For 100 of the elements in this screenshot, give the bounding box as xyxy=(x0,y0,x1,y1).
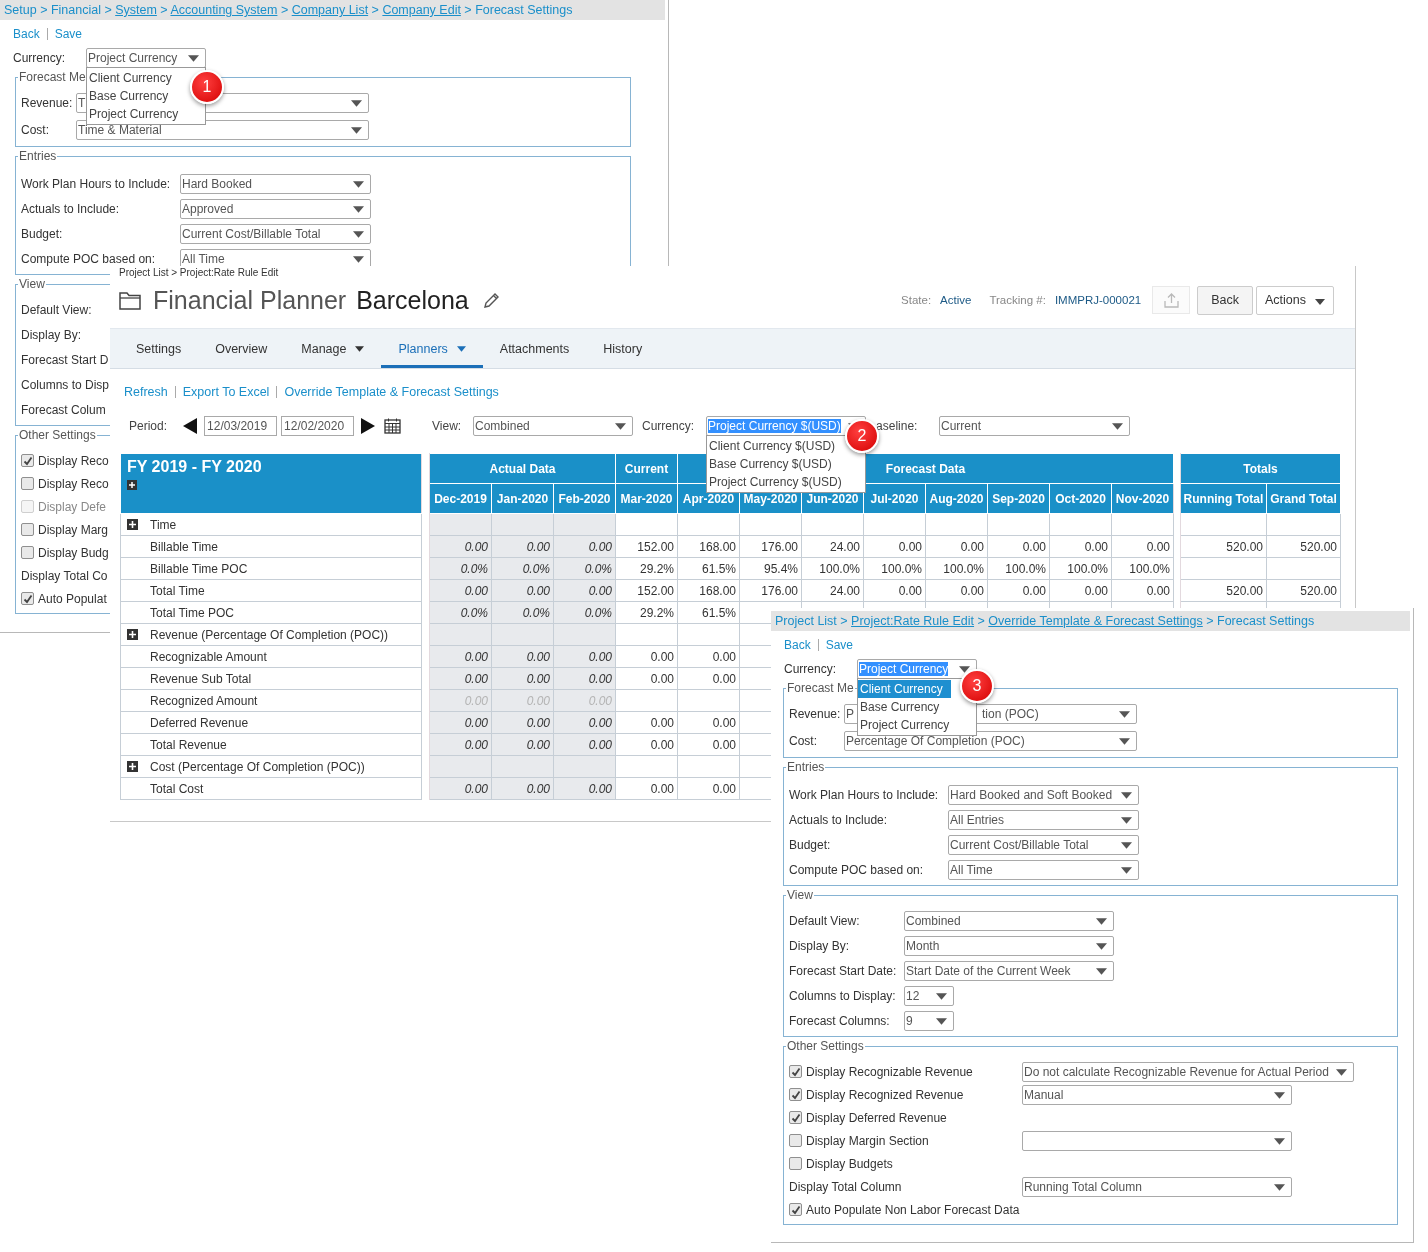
dropdown[interactable]: 12 xyxy=(904,985,954,1006)
checkbox-label: Display Budgets xyxy=(806,1156,893,1171)
table-cell: 0.00 xyxy=(677,711,740,734)
dropdown[interactable]: Project Currency xyxy=(86,48,206,68)
checkbox-label: Display Budg xyxy=(38,545,109,560)
dropdown[interactable]: Current Cost/Billable Total xyxy=(948,834,1139,855)
dropdown[interactable]: Current Cost/Billable Total xyxy=(180,223,371,244)
column-header: Dec-2019 xyxy=(429,483,492,514)
checkbox[interactable] xyxy=(21,477,34,490)
dropdown-option[interactable]: Client Currency xyxy=(858,680,951,698)
date-field[interactable]: 12/03/2019 xyxy=(204,416,278,436)
back-button[interactable]: Back xyxy=(1197,285,1253,315)
dropdown[interactable]: All Entries xyxy=(948,809,1139,830)
expand-icon[interactable] xyxy=(127,518,138,530)
dropdown[interactable]: Combined xyxy=(473,416,634,436)
table-cell: 168.00 xyxy=(677,535,740,558)
dropdown-option[interactable]: Base Currency $(USD) xyxy=(707,455,840,473)
dropdown[interactable]: Running Total Column xyxy=(1022,1176,1292,1197)
dropdown[interactable]: Manual xyxy=(1022,1084,1292,1105)
row-label: Recognized Amount xyxy=(120,689,422,712)
tab[interactable]: Overview xyxy=(198,329,285,368)
dropdown[interactable]: All Time xyxy=(948,859,1139,880)
tab[interactable]: Attachments xyxy=(482,329,587,368)
action-link[interactable]: Save xyxy=(825,638,854,652)
checkbox[interactable] xyxy=(21,592,34,605)
dropdown[interactable]: Month xyxy=(904,935,1114,956)
field-label: Display By: xyxy=(21,327,82,342)
dropdown[interactable]: Hard Booked xyxy=(180,173,371,194)
toolbar-link[interactable]: Export To Excel xyxy=(182,385,270,399)
checkbox-label: Display Marg xyxy=(38,522,109,537)
dropdown-option[interactable]: Client Currency xyxy=(87,69,180,87)
table-cell: 24.00 xyxy=(801,579,864,602)
table-cell: 0.00 xyxy=(1111,579,1174,602)
table-cell: 0.00 xyxy=(863,579,926,602)
action-link[interactable]: Back xyxy=(784,638,811,652)
checkbox[interactable] xyxy=(789,1088,802,1101)
action-link[interactable]: Save xyxy=(54,27,83,41)
dropdown[interactable]: All Time xyxy=(180,248,371,269)
field-label: Forecast Start D xyxy=(21,352,109,367)
checkbox[interactable] xyxy=(789,1111,802,1124)
column-header: Oct-2020 xyxy=(1049,483,1112,514)
dropdown-option[interactable]: Client Currency $(USD) xyxy=(707,437,844,455)
actions-menu-button[interactable]: Actions xyxy=(1256,285,1334,315)
dropdown[interactable]: Start Date of the Current Week xyxy=(904,960,1114,981)
tab[interactable]: Manage xyxy=(284,329,382,368)
table-title: FY 2019 - FY 2020 xyxy=(120,453,422,514)
expand-icon[interactable] xyxy=(127,480,137,490)
field-label: View: xyxy=(432,419,463,433)
caret-icon xyxy=(1119,710,1130,718)
column-header: Jan-2020 xyxy=(491,483,554,514)
pencil-icon[interactable] xyxy=(482,291,500,309)
dropdown[interactable]: Hard Booked and Soft Booked xyxy=(948,784,1139,805)
tab[interactable]: Settings xyxy=(119,329,199,368)
tab[interactable]: Planners xyxy=(381,329,483,368)
table-cell: 0.00 xyxy=(863,535,926,558)
column-header: Grand Total xyxy=(1266,483,1341,514)
checkbox[interactable] xyxy=(789,1203,802,1216)
dropdown[interactable]: Current xyxy=(939,416,1131,436)
caret-icon xyxy=(353,255,364,263)
table-cell: 152.00 xyxy=(615,579,678,602)
checkbox-label: Display Reco xyxy=(38,453,109,468)
breadcrumb: Setup > Financial > System > Accounting System > Company List > Company Edit > Forecast Settings xyxy=(0,0,665,20)
table-cell: 0.00 xyxy=(677,777,740,800)
checkbox[interactable] xyxy=(21,546,34,559)
checkbox-label: Display Deferred Revenue xyxy=(806,1110,947,1125)
column-group-header: Current xyxy=(615,453,678,484)
checkbox[interactable] xyxy=(789,1134,802,1147)
dropdown[interactable]: Approved xyxy=(180,198,371,219)
column-header: Nov-2020 xyxy=(1111,483,1174,514)
table-cell: 520.00 xyxy=(1266,579,1341,602)
toolbar-link[interactable]: Override Template & Forecast Settings xyxy=(284,385,499,399)
expand-icon[interactable] xyxy=(127,760,138,772)
next-icon[interactable] xyxy=(361,418,376,434)
checkbox[interactable] xyxy=(789,1065,802,1078)
caret-icon xyxy=(1274,1137,1285,1145)
checkbox[interactable] xyxy=(21,454,34,467)
calendar-icon[interactable] xyxy=(384,418,402,434)
date-field[interactable]: 12/02/2020 xyxy=(281,416,355,436)
tab[interactable]: History xyxy=(586,329,660,368)
previous-icon[interactable] xyxy=(183,418,198,434)
expand-icon[interactable] xyxy=(127,628,138,640)
checkbox[interactable] xyxy=(21,523,34,536)
group-legend: Forecast Me xyxy=(18,70,87,84)
toolbar-link[interactable]: Refresh xyxy=(124,385,168,399)
dropdown[interactable]: 9 xyxy=(904,1010,954,1031)
action-link[interactable]: Back xyxy=(13,27,40,41)
table-cell: 520.00 xyxy=(1266,535,1341,558)
field-label: Cost: xyxy=(21,122,49,137)
field-label: Actuals to Include: xyxy=(21,201,120,216)
caret-icon xyxy=(353,205,364,213)
dropdown[interactable]: Do not calculate Recognizable Revenue for Actual Period xyxy=(1022,1061,1354,1082)
dropdown[interactable]: Combined xyxy=(904,910,1114,931)
caret-icon xyxy=(1112,423,1124,430)
column-header: Aug-2020 xyxy=(925,483,988,514)
field-label: Columns to Display: xyxy=(789,988,896,1003)
field-label: Period: xyxy=(129,419,168,433)
caret-icon xyxy=(1119,737,1130,745)
field-label: Default View: xyxy=(789,913,860,928)
row-label: Recognizable Amount xyxy=(120,645,422,668)
checkbox[interactable] xyxy=(789,1157,802,1170)
